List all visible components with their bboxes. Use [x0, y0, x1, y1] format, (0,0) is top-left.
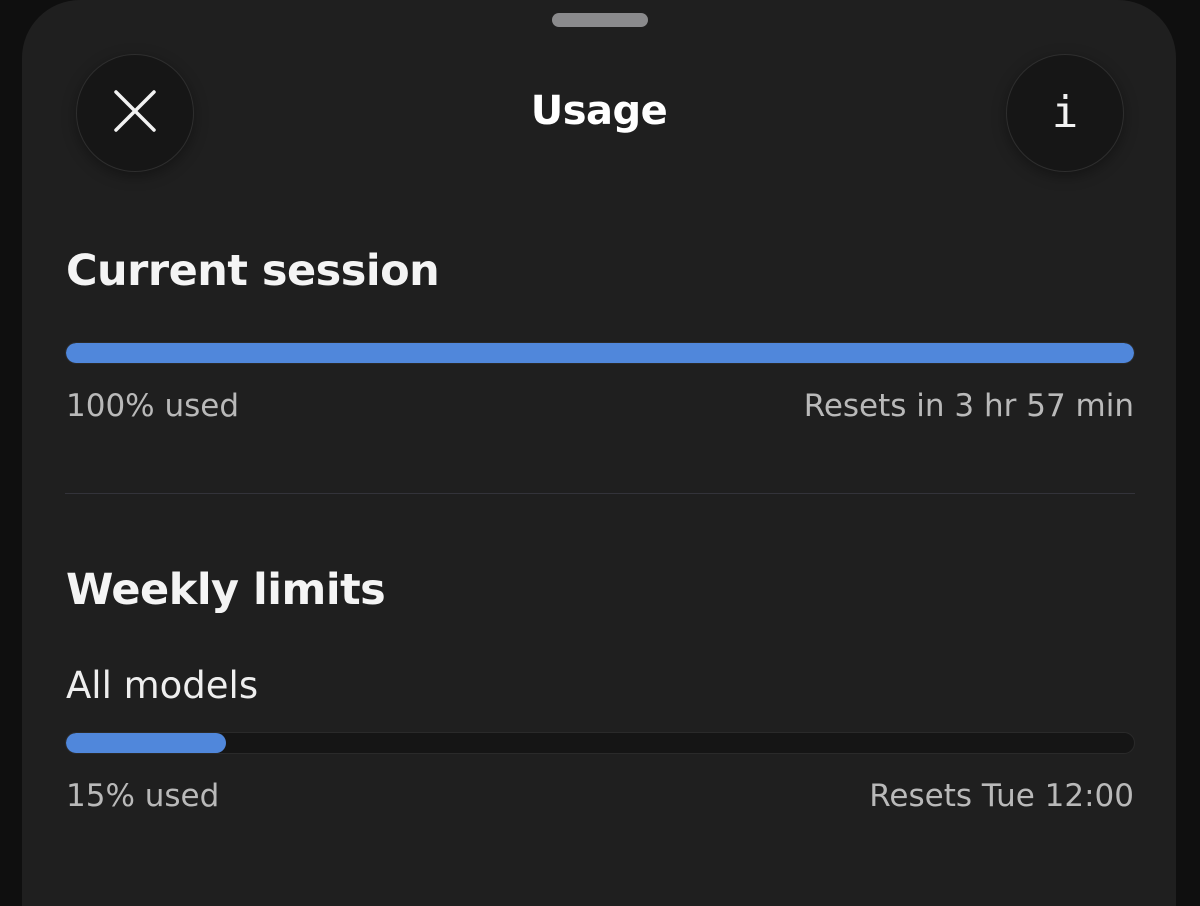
current-session-used-label: 100% used — [66, 388, 240, 424]
all-models-progress-bar — [65, 732, 1135, 754]
usage-sheet: Usage i Current session 100% used Resets… — [22, 0, 1176, 906]
all-models-progress-fill — [66, 733, 227, 753]
weekly-limits-heading: Weekly limits — [66, 565, 386, 615]
current-session-progress-bar — [65, 342, 1135, 364]
all-models-label: All models — [66, 664, 259, 707]
current-session-heading: Current session — [66, 246, 440, 296]
page-title: Usage — [530, 88, 668, 134]
current-session-progress-fill — [66, 343, 1134, 363]
all-models-reset-label: Resets Tue 12:00 — [869, 778, 1134, 814]
info-icon: i — [1051, 87, 1079, 138]
section-divider — [65, 493, 1135, 494]
all-models-used-label: 15% used — [66, 778, 220, 814]
current-session-reset-label: Resets in 3 hr 57 min — [803, 388, 1134, 424]
sheet-grabber-handle[interactable] — [552, 13, 648, 27]
info-button[interactable]: i — [1006, 54, 1124, 172]
